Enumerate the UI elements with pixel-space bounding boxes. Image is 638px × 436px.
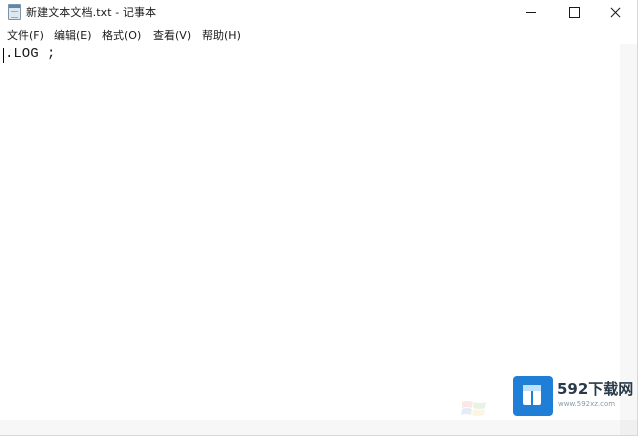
site-watermark: 592下载网 www.592xz.com: [513, 376, 637, 416]
notepad-window: 新建文本文档.txt - 记事本 文件(F) 编辑(E) 格式(O) 查看(V)…: [0, 0, 638, 436]
text-caret: [3, 48, 4, 63]
close-button[interactable]: [593, 0, 637, 24]
maximize-icon: [569, 6, 580, 18]
cube-icon: [523, 385, 541, 405]
minimize-button[interactable]: [508, 0, 553, 24]
menu-bar: 文件(F) 编辑(E) 格式(O) 查看(V) 帮助(H): [0, 24, 637, 44]
notepad-icon[interactable]: [8, 4, 21, 20]
window-title: 新建文本文档.txt - 记事本: [26, 6, 157, 19]
scrollbar-corner: [620, 420, 637, 435]
watermark-title: 592下载网: [557, 380, 634, 398]
watermark-url: www.592xz.com: [558, 400, 616, 408]
menu-file[interactable]: 文件(F): [7, 27, 44, 43]
menu-edit[interactable]: 编辑(E): [54, 27, 92, 43]
vertical-scrollbar[interactable]: [620, 44, 637, 420]
close-icon: [610, 7, 621, 18]
maximize-button[interactable]: [552, 0, 597, 24]
windows-flag-icon: [461, 401, 486, 416]
menu-format[interactable]: 格式(O): [102, 27, 141, 43]
menu-view[interactable]: 查看(V): [153, 27, 191, 43]
horizontal-scrollbar[interactable]: [0, 420, 620, 435]
title-bar[interactable]: 新建文本文档.txt - 记事本: [0, 0, 637, 24]
download-box-icon: [513, 376, 553, 416]
minimize-icon: [525, 11, 536, 13]
editor-content: .LOG ;: [5, 46, 56, 62]
text-editor-area[interactable]: .LOG ;: [0, 44, 620, 420]
menu-help[interactable]: 帮助(H): [202, 27, 241, 43]
